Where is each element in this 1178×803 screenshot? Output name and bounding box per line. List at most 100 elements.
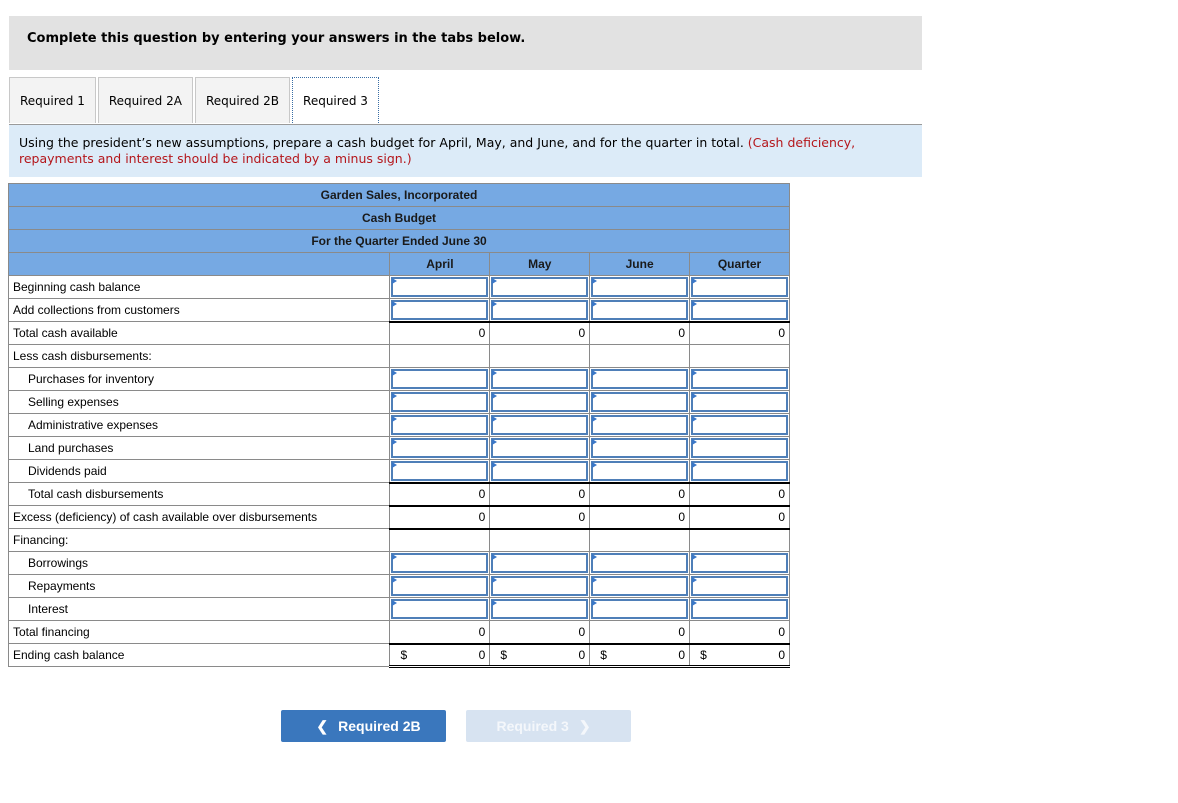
input-box[interactable] — [691, 300, 788, 320]
input-box[interactable] — [691, 553, 788, 573]
input-box[interactable] — [591, 599, 689, 619]
input-box[interactable] — [691, 277, 788, 297]
interest-quarter-input[interactable] — [689, 597, 790, 621]
input-box[interactable] — [491, 599, 589, 619]
input-box[interactable] — [491, 277, 589, 297]
administrative-april-input[interactable] — [389, 413, 491, 437]
interest-june-input[interactable] — [589, 597, 691, 621]
repayments-quarter-input[interactable] — [689, 574, 790, 598]
dividends-april-input[interactable] — [389, 459, 491, 483]
input-box[interactable] — [391, 415, 489, 435]
input-box[interactable] — [691, 392, 788, 412]
tab-required-3[interactable]: Required 3 — [292, 77, 379, 123]
input-box[interactable] — [491, 392, 589, 412]
collections-june-input[interactable] — [589, 298, 691, 322]
input-marker-icon — [492, 554, 498, 560]
input-box[interactable] — [591, 461, 689, 481]
administrative-june-input[interactable] — [589, 413, 691, 437]
selling-april-input[interactable] — [389, 390, 491, 414]
land-april-input[interactable] — [389, 436, 491, 460]
input-box[interactable] — [491, 415, 589, 435]
administrative-may-input[interactable] — [489, 413, 591, 437]
input-box[interactable] — [391, 300, 489, 320]
input-marker-icon — [392, 370, 398, 376]
administrative-quarter-input[interactable] — [689, 413, 790, 437]
cell-value: 0 — [778, 487, 785, 501]
prev-button-label: Required 2B — [338, 718, 421, 734]
input-box[interactable] — [591, 300, 689, 320]
input-box[interactable] — [691, 438, 788, 458]
collections-quarter-input[interactable] — [689, 298, 790, 322]
input-box[interactable] — [591, 369, 689, 389]
tab-required-2a[interactable]: Required 2A — [97, 77, 193, 123]
beginning-cash-quarter-input[interactable] — [689, 275, 790, 299]
row-label: Land purchases — [7, 436, 391, 460]
borrowings-quarter-input[interactable] — [689, 551, 790, 575]
input-box[interactable] — [391, 392, 489, 412]
header-period-row: For the Quarter Ended June 30 — [8, 229, 790, 253]
input-box[interactable] — [591, 277, 689, 297]
repayments-may-input[interactable] — [489, 574, 591, 598]
repayments-june-input[interactable] — [589, 574, 691, 598]
repayments-april-input[interactable] — [389, 574, 491, 598]
collections-may-input[interactable] — [489, 298, 591, 322]
prev-required-2b-button[interactable]: ❮ Required 2B — [281, 710, 446, 742]
cell-value: 0 — [778, 624, 785, 639]
input-box[interactable] — [591, 553, 689, 573]
borrowings-june-input[interactable] — [589, 551, 691, 575]
input-box[interactable] — [391, 438, 489, 458]
input-marker-icon — [492, 301, 498, 307]
beginning-cash-june-input[interactable] — [589, 275, 691, 299]
row-label: Excess (deficiency) of cash available ov… — [7, 505, 391, 529]
beginning-cash-april-input[interactable] — [389, 275, 491, 299]
input-box[interactable] — [391, 553, 489, 573]
row-label: Total cash disbursements — [7, 482, 391, 506]
input-box[interactable] — [591, 415, 689, 435]
cell-value: 0 — [778, 510, 785, 524]
selling-quarter-input[interactable] — [689, 390, 790, 414]
input-box[interactable] — [391, 277, 489, 297]
purchases-june-input[interactable] — [589, 367, 691, 391]
input-box[interactable] — [691, 576, 788, 596]
land-may-input[interactable] — [489, 436, 591, 460]
input-box[interactable] — [591, 438, 689, 458]
cell-value: 0 — [778, 647, 785, 662]
input-box[interactable] — [491, 438, 589, 458]
purchases-may-input[interactable] — [489, 367, 591, 391]
input-box[interactable] — [591, 576, 689, 596]
input-box[interactable] — [691, 461, 788, 481]
input-box[interactable] — [391, 461, 489, 481]
input-box[interactable] — [591, 392, 689, 412]
input-box[interactable] — [491, 369, 589, 389]
input-box[interactable] — [691, 599, 788, 619]
selling-may-input[interactable] — [489, 390, 591, 414]
tab-required-1[interactable]: Required 1 — [9, 77, 96, 123]
beginning-cash-may-input[interactable] — [489, 275, 591, 299]
input-box[interactable] — [491, 553, 589, 573]
chevron-right-icon: ❯ — [578, 717, 591, 734]
selling-june-input[interactable] — [589, 390, 691, 414]
dividends-quarter-input[interactable] — [689, 459, 790, 483]
interest-may-input[interactable] — [489, 597, 591, 621]
input-box[interactable] — [391, 369, 489, 389]
interest-april-input[interactable] — [389, 597, 491, 621]
input-box[interactable] — [691, 415, 788, 435]
borrowings-april-input[interactable] — [389, 551, 491, 575]
input-box[interactable] — [491, 461, 589, 481]
land-quarter-input[interactable] — [689, 436, 790, 460]
collections-april-input[interactable] — [389, 298, 491, 322]
land-june-input[interactable] — [589, 436, 691, 460]
purchases-quarter-input[interactable] — [689, 367, 790, 391]
dividends-may-input[interactable] — [489, 459, 591, 483]
input-box[interactable] — [391, 576, 489, 596]
borrowings-may-input[interactable] — [489, 551, 591, 575]
column-header-april: April — [389, 252, 491, 276]
input-box[interactable] — [391, 599, 489, 619]
input-box[interactable] — [491, 576, 589, 596]
purchases-april-input[interactable] — [389, 367, 491, 391]
tab-required-2b[interactable]: Required 2B — [194, 77, 291, 123]
dividends-june-input[interactable] — [589, 459, 691, 483]
input-box[interactable] — [691, 369, 788, 389]
currency-symbol: $ — [400, 647, 408, 662]
input-box[interactable] — [491, 300, 589, 320]
